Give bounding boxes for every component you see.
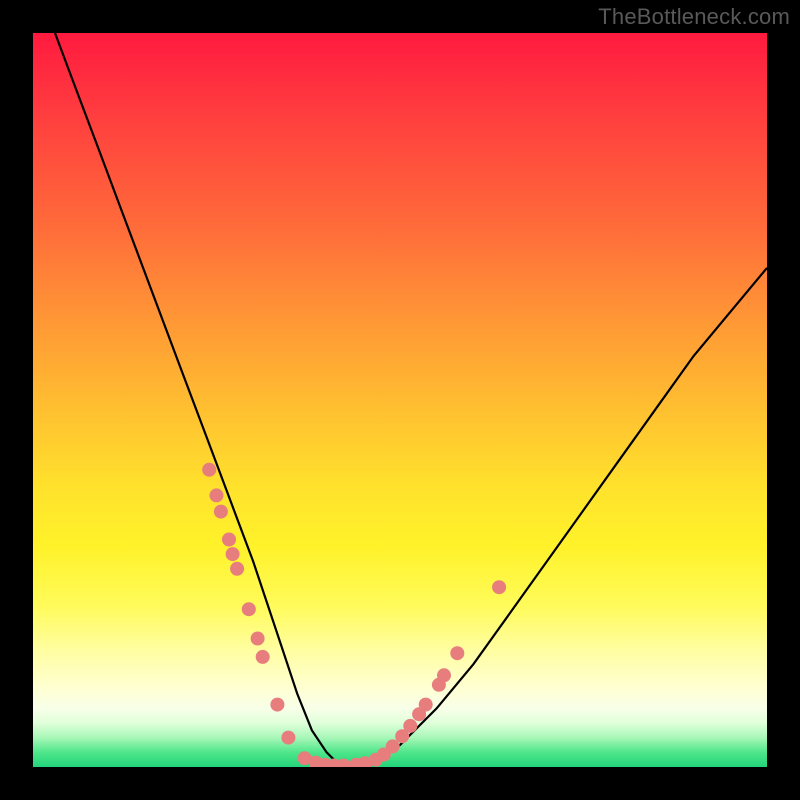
curve-marker bbox=[492, 580, 506, 594]
curve-marker bbox=[210, 488, 224, 502]
curve-marker bbox=[419, 698, 433, 712]
chart-svg bbox=[33, 33, 767, 767]
curve-marker bbox=[230, 562, 244, 576]
curve-marker bbox=[437, 668, 451, 682]
curve-marker bbox=[403, 719, 417, 733]
curve-marker bbox=[256, 650, 270, 664]
curve-marker bbox=[222, 533, 236, 547]
curve-marker bbox=[214, 505, 228, 519]
bottleneck-curve bbox=[55, 33, 767, 767]
curve-marker bbox=[281, 731, 295, 745]
curve-marker bbox=[202, 463, 216, 477]
plot-area bbox=[33, 33, 767, 767]
curve-marker bbox=[386, 739, 400, 753]
curve-marker bbox=[270, 698, 284, 712]
curve-marker bbox=[251, 632, 265, 646]
curve-marker bbox=[242, 602, 256, 616]
curve-marker bbox=[226, 547, 240, 561]
curve-marker bbox=[450, 646, 464, 660]
outer-frame: TheBottleneck.com bbox=[0, 0, 800, 800]
marker-layer bbox=[202, 463, 506, 767]
watermark-text: TheBottleneck.com bbox=[598, 4, 790, 30]
curve-marker bbox=[337, 759, 351, 768]
